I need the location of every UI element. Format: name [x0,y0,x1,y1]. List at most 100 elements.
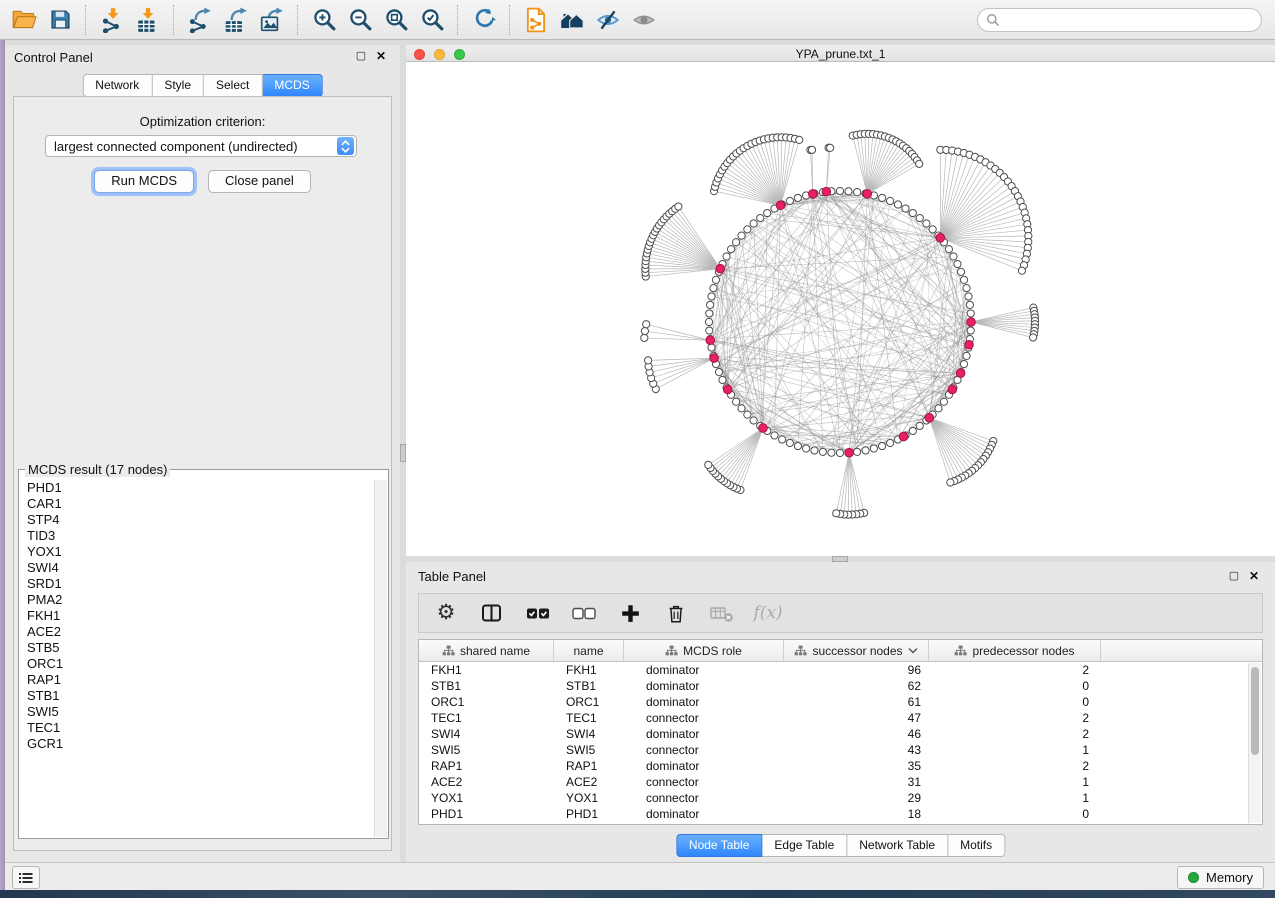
float-table-panel-button[interactable]: ▢ [1227,569,1241,583]
graph-node[interactable] [923,220,930,227]
mcds-node[interactable] [863,190,872,199]
table-row[interactable]: PHD1PHD1dominator180 [419,806,1262,822]
graph-node[interactable] [836,187,843,194]
graph-node[interactable] [750,417,757,424]
graph-node[interactable] [732,239,739,246]
graph-node[interactable] [879,194,886,201]
graph-node[interactable] [744,226,751,233]
tab-network-table[interactable]: Network Table [847,834,948,857]
graph-node[interactable] [707,301,714,308]
graph-node[interactable] [947,479,954,486]
float-panel-button[interactable]: ▢ [354,49,368,63]
graph-node[interactable] [786,197,793,204]
graph-node[interactable] [945,246,952,253]
delete-column-button[interactable] [663,600,689,626]
graph-node[interactable] [738,232,745,239]
export-table-button[interactable] [218,3,254,37]
graph-node[interactable] [957,268,964,275]
graph-node[interactable] [705,318,712,325]
zoom-fit-button[interactable] [378,3,414,37]
mcds-result-item[interactable]: SWI5 [20,704,375,720]
mcds-result-item[interactable]: SWI4 [20,560,375,576]
zoom-out-button[interactable] [342,3,378,37]
graph-node[interactable] [916,160,923,167]
search-field[interactable] [977,8,1262,32]
graph-node[interactable] [750,220,757,227]
table-scrollbar[interactable] [1248,663,1261,823]
graph-node[interactable] [963,284,970,291]
graph-node[interactable] [794,194,801,201]
graph-node[interactable] [794,442,801,449]
tab-style[interactable]: Style [152,74,204,97]
graph-node[interactable] [811,447,818,454]
mcds-node[interactable] [899,432,908,441]
mcds-node[interactable] [723,385,732,394]
mcds-result-item[interactable]: TID3 [20,528,375,544]
graph-node[interactable] [887,197,894,204]
mcds-node[interactable] [956,369,965,378]
mcds-node[interactable] [808,190,817,199]
close-panel-button[interactable]: ✕ [374,49,388,63]
mcds-node[interactable] [948,385,957,394]
create-column-button[interactable] [617,600,643,626]
graph-node[interactable] [902,205,909,212]
export-image-button[interactable] [254,3,290,37]
graph-node[interactable] [828,449,835,456]
graph-node[interactable] [719,376,726,383]
tab-network[interactable]: Network [82,74,152,97]
table-row[interactable]: STB1STB1dominator620 [419,678,1262,694]
deselect-all-columns-button[interactable] [571,600,597,626]
mcds-node[interactable] [936,233,945,242]
tab-motifs[interactable]: Motifs [948,834,1005,857]
refresh-layout-button[interactable] [466,3,502,37]
show-columns-button[interactable] [479,600,505,626]
column-header-shared-name[interactable]: shared name [419,640,554,661]
mcds-node[interactable] [967,318,976,327]
graph-node[interactable] [778,436,785,443]
graph-node[interactable] [966,301,973,308]
table-row[interactable]: FKH1FKH1dominator962 [419,662,1262,678]
graph-node[interactable] [786,439,793,446]
graph-node[interactable] [645,357,652,364]
graph-node[interactable] [757,214,764,221]
mcds-result-item[interactable]: PMA2 [20,592,375,608]
graph-node[interactable] [643,321,650,328]
zoom-selected-button[interactable] [414,3,450,37]
mcds-node[interactable] [845,448,854,457]
graph-node[interactable] [836,449,843,456]
mcds-result-item[interactable]: ACE2 [20,624,375,640]
import-table-button[interactable] [130,3,166,37]
table-row[interactable]: SWI5SWI5connector431 [419,742,1262,758]
graph-node[interactable] [738,405,745,412]
function-builder-button[interactable]: f(x) [755,600,781,626]
mcds-result-item[interactable]: ORC1 [20,656,375,672]
mcds-result-item[interactable]: TEC1 [20,720,375,736]
graph-node[interactable] [723,253,730,260]
graph-node[interactable] [802,445,809,452]
mcds-node[interactable] [965,340,974,349]
mcds-result-item[interactable]: STB5 [20,640,375,656]
graph-node[interactable] [916,422,923,429]
mcds-result-item[interactable]: SRD1 [20,576,375,592]
select-all-columns-button[interactable] [525,600,551,626]
graph-node[interactable] [641,334,648,341]
mcds-node[interactable] [759,424,768,433]
graph-node[interactable] [967,327,974,334]
graph-node[interactable] [1029,334,1036,341]
graph-node[interactable] [879,442,886,449]
mcds-result-item[interactable]: RAP1 [20,672,375,688]
table-row[interactable]: SWI4SWI4dominator462 [419,726,1262,742]
mcds-result-item[interactable]: GCR1 [20,736,375,752]
new-network-from-file-button[interactable] [518,3,554,37]
optimization-criterion-select[interactable]: largest connected component (undirected) [45,135,357,157]
save-session-button[interactable] [42,3,78,37]
tab-node-table[interactable]: Node Table [676,834,763,857]
mcds-node[interactable] [925,414,934,423]
column-header-name[interactable]: name [554,640,624,661]
graph-node[interactable] [708,344,715,351]
mcds-result-item[interactable]: PHD1 [20,480,375,496]
mcds-result-item[interactable]: YOX1 [20,544,375,560]
table-row[interactable]: YOX1YOX1connector291 [419,790,1262,806]
table-row[interactable]: ACE2ACE2connector311 [419,774,1262,790]
column-header-MCDS-role[interactable]: MCDS role [624,640,784,661]
